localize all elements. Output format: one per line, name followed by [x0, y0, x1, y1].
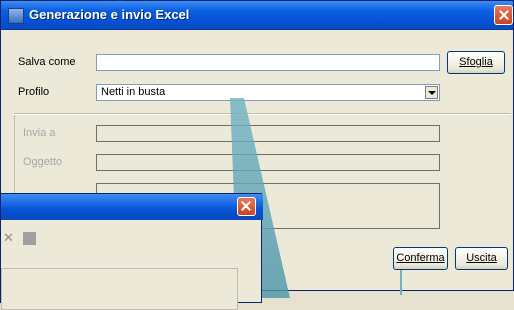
exit-button[interactable]: Uscita — [455, 247, 508, 270]
recipients-group-border — [14, 113, 511, 115]
subject-label: Oggetto — [23, 156, 63, 168]
send-to-input[interactable] — [96, 125, 440, 142]
close-button[interactable] — [494, 5, 513, 25]
delete-icon[interactable]: ✕ — [3, 230, 14, 246]
stop-icon[interactable] — [23, 232, 36, 245]
profile-select[interactable]: Netti in busta — [96, 84, 440, 101]
confirm-button-label: Conferma — [396, 252, 445, 264]
confirm-button[interactable]: Conferma — [393, 247, 448, 270]
excel-app-icon — [8, 8, 24, 24]
profile-label: Profilo — [18, 86, 50, 98]
save-as-input[interactable] — [96, 54, 440, 71]
browse-button-label: Sfoglia — [459, 56, 493, 68]
titlebar[interactable]: Generazione e invio Excel — [1, 1, 513, 30]
background-window-toolbar: ✕ — [1, 220, 261, 252]
callout-pointer — [400, 270, 402, 295]
exit-button-label: Uscita — [466, 252, 497, 264]
subject-input[interactable] — [96, 154, 440, 171]
send-to-label: Invia a — [23, 127, 56, 139]
window-title: Generazione e invio Excel — [29, 7, 190, 22]
chevron-down-icon[interactable] — [425, 86, 438, 99]
background-window: ✕ — [0, 193, 263, 310]
background-window-content — [1, 268, 238, 310]
profile-select-value: Netti in busta — [101, 86, 166, 98]
save-as-label: Salva come — [18, 56, 76, 68]
background-window-close-button[interactable] — [237, 197, 256, 216]
browse-button[interactable]: Sfoglia — [447, 51, 505, 74]
background-window-titlebar[interactable] — [1, 194, 263, 220]
